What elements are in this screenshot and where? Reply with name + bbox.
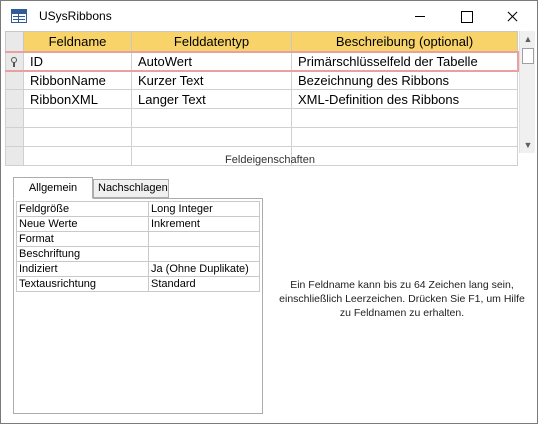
property-value[interactable]: Ja (Ohne Duplikate) <box>148 261 260 277</box>
primary-key-icon <box>10 56 18 67</box>
property-value[interactable]: Standard <box>148 276 260 292</box>
general-properties-panel: Feldgröße Long Integer Neue Werte Inkrem… <box>13 198 263 414</box>
property-label: Neue Werte <box>16 216 149 232</box>
empty-field-row[interactable] <box>5 108 518 128</box>
field-type-cell[interactable]: Langer Text <box>131 89 292 109</box>
properties-table: Feldgröße Long Integer Neue Werte Inkrem… <box>16 201 260 292</box>
property-row[interactable]: Format <box>16 231 260 247</box>
property-value[interactable] <box>148 231 260 247</box>
grid-header-row: Feldname Felddatentyp Beschreibung (opti… <box>5 31 518 52</box>
column-header-fieldname[interactable]: Feldname <box>23 31 132 52</box>
tab-general[interactable]: Allgemein <box>13 177 93 199</box>
column-header-datatype[interactable]: Felddatentyp <box>131 31 292 52</box>
title-bar[interactable]: USysRibbons <box>1 1 537 31</box>
row-selector[interactable] <box>5 89 24 109</box>
grid-vertical-scrollbar[interactable]: ▲ ▼ <box>519 31 535 153</box>
field-name-cell[interactable]: RibbonXML <box>23 89 132 109</box>
property-value[interactable] <box>148 246 260 262</box>
field-description-cell[interactable] <box>291 108 518 128</box>
field-row[interactable]: RibbonName Kurzer Text Bezeichnung des R… <box>5 70 518 90</box>
field-type-cell[interactable] <box>131 108 292 128</box>
help-text: Ein Feldname kann bis zu 64 Zeichen lang… <box>279 279 525 319</box>
property-row[interactable]: Beschriftung <box>16 246 260 262</box>
field-type-cell[interactable]: AutoWert <box>131 50 292 72</box>
property-row[interactable]: Feldgröße Long Integer <box>16 201 260 217</box>
field-design-grid: Feldname Felddatentyp Beschreibung (opti… <box>5 31 535 166</box>
table-design-window: USysRibbons Feldname Felddatentyp Beschr… <box>0 0 538 424</box>
row-selector[interactable] <box>5 50 24 72</box>
property-label: Indiziert <box>16 261 149 277</box>
field-name-cell[interactable]: RibbonName <box>23 70 132 90</box>
property-label: Textausrichtung <box>16 276 149 292</box>
grid-corner[interactable] <box>5 31 24 52</box>
field-row[interactable]: ID AutoWert Primärschlüsselfeld der Tabe… <box>5 50 519 72</box>
row-selector[interactable] <box>5 70 24 90</box>
field-type-cell[interactable] <box>131 127 292 147</box>
property-label: Beschriftung <box>16 246 149 262</box>
empty-field-row[interactable] <box>5 127 518 147</box>
field-description-cell[interactable]: XML-Definition des Ribbons <box>291 89 518 109</box>
property-row[interactable]: Textausrichtung Standard <box>16 276 260 292</box>
tab-lookup[interactable]: Nachschlagen <box>93 179 169 198</box>
scroll-up-icon[interactable]: ▲ <box>520 31 536 47</box>
column-header-description[interactable]: Beschreibung (optional) <box>291 31 518 52</box>
property-label: Feldgröße <box>16 201 149 217</box>
field-description-cell[interactable]: Primärschlüsselfeld der Tabelle <box>291 50 519 72</box>
scroll-thumb[interactable] <box>522 48 534 64</box>
close-button[interactable] <box>489 1 535 31</box>
field-row[interactable]: RibbonXML Langer Text XML-Definition des… <box>5 89 518 109</box>
property-value[interactable]: Long Integer <box>148 201 260 217</box>
window-title: USysRibbons <box>39 9 112 23</box>
field-description-cell[interactable] <box>291 127 518 147</box>
field-properties-title: Feldeigenschaften <box>225 154 315 166</box>
field-name-cell[interactable]: ID <box>23 50 132 72</box>
property-row[interactable]: Neue Werte Inkrement <box>16 216 260 232</box>
property-label: Format <box>16 231 149 247</box>
property-value[interactable]: Inkrement <box>148 216 260 232</box>
field-type-cell[interactable]: Kurzer Text <box>131 70 292 90</box>
maximize-button[interactable] <box>443 1 489 31</box>
field-table: Feldname Felddatentyp Beschreibung (opti… <box>5 31 519 166</box>
field-name-cell[interactable] <box>23 108 132 128</box>
table-icon <box>11 9 27 23</box>
row-selector[interactable] <box>5 108 24 128</box>
field-name-cell[interactable] <box>23 127 132 147</box>
property-row[interactable]: Indiziert Ja (Ohne Duplikate) <box>16 261 260 277</box>
scroll-down-icon[interactable]: ▼ <box>520 137 536 153</box>
field-description-cell[interactable]: Bezeichnung des Ribbons <box>291 70 518 90</box>
minimize-button[interactable] <box>397 1 443 31</box>
row-selector[interactable] <box>5 127 24 147</box>
